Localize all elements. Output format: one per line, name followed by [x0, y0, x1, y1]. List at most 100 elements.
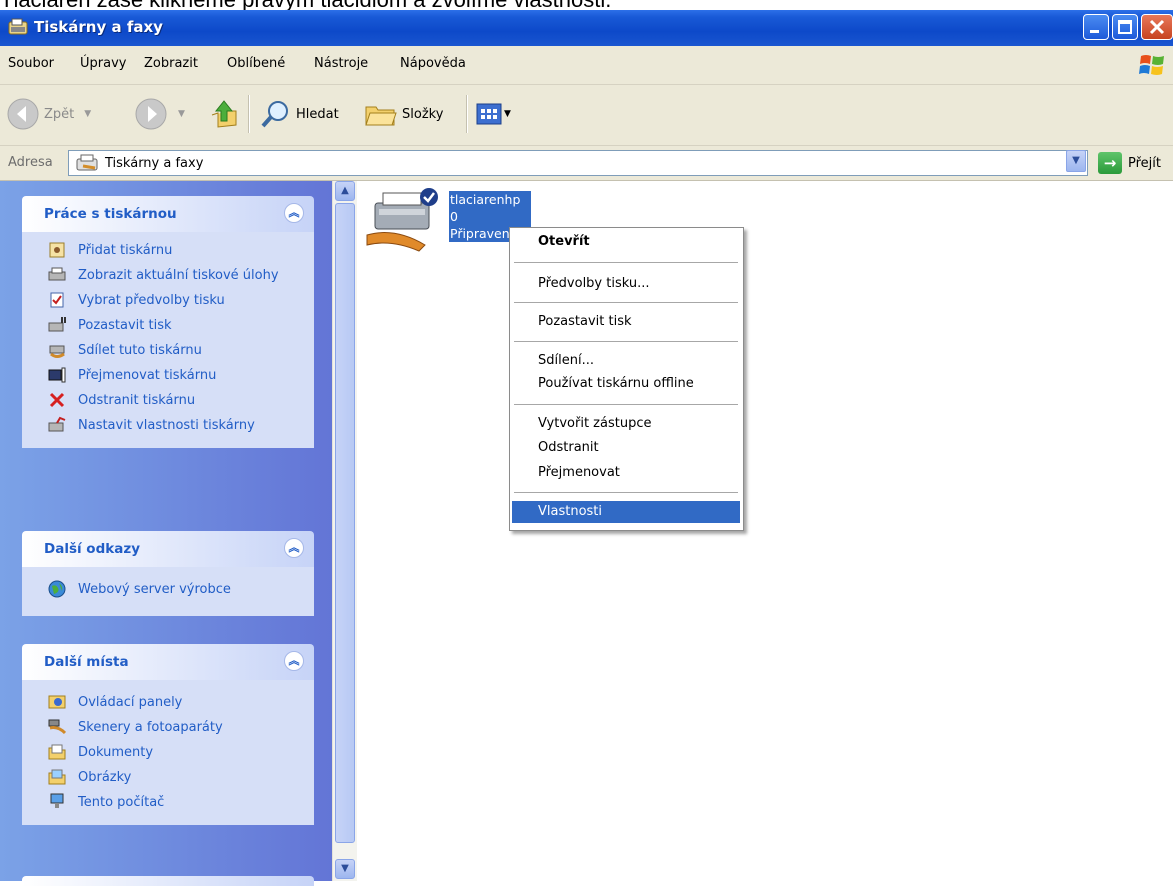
minimize-icon [1090, 30, 1099, 33]
task-select-preferences[interactable]: Vybrat předvolby tisku [22, 288, 314, 313]
scroll-down-icon[interactable]: ▼ [335, 859, 355, 879]
back-label: Zpět [44, 106, 75, 122]
printers-folder-icon [76, 154, 98, 171]
task-delete-printer[interactable]: Odstranit tiskárnu [22, 388, 314, 413]
add-printer-icon [49, 242, 65, 258]
scanner-icon [48, 719, 66, 735]
collapse-icon[interactable]: ︽ [284, 203, 304, 223]
maximize-button[interactable] [1112, 14, 1138, 40]
menu-separator [514, 302, 738, 303]
address-label: Adresa [8, 155, 53, 170]
address-field[interactable]: Tiskárny a faxy [68, 150, 1088, 176]
task-pane-scrollbar[interactable]: ▲ ▼ [332, 181, 357, 881]
panel-header[interactable]: Další odkazy ︽ [22, 531, 314, 567]
address-dropdown-icon[interactable]: ▼ [1066, 150, 1086, 172]
task-label: Webový server výrobce [78, 582, 231, 597]
panel-other-links: Další odkazy ︽ Webový server výrobce [22, 531, 314, 616]
menu-upravy[interactable]: Úpravy [80, 56, 126, 71]
panel-title: Další místa [44, 654, 129, 670]
back-arrow-icon [7, 98, 39, 130]
place-documents[interactable]: Dokumenty [22, 740, 314, 765]
pictures-folder-icon [48, 769, 66, 785]
panel-title: Další odkazy [44, 541, 140, 557]
panel-header[interactable]: Práce s tiskárnou ︽ [22, 196, 314, 232]
up-folder-button[interactable] [208, 95, 240, 133]
printers-folder-icon [8, 18, 28, 35]
panel-printer-tasks: Práce s tiskárnou ︽ Přidat tiskárnu Zobr… [22, 196, 314, 448]
views-button[interactable]: ▼ [476, 95, 511, 133]
menu-napoveda[interactable]: Nápověda [400, 56, 466, 71]
forward-arrow-icon [135, 98, 167, 130]
computer-icon [50, 793, 64, 808]
toolbar-separator [248, 95, 250, 133]
file-view: tlaciarenhp 0 Připraven [357, 181, 1173, 881]
task-pause-printing[interactable]: Pozastavit tisk [22, 313, 314, 338]
scroll-thumb[interactable] [335, 203, 355, 843]
address-bar: Adresa Tiskárny a faxy ▼ → Přejít [0, 146, 1173, 181]
folders-button[interactable]: Složky [364, 95, 443, 133]
place-control-panel[interactable]: Ovládací panely [22, 690, 314, 715]
menu-item-sharing[interactable]: Sdílení... [512, 350, 740, 372]
place-pictures[interactable]: Obrázky [22, 765, 314, 790]
context-menu: Otevřít Předvolby tisku... Pozastavit ti… [509, 227, 744, 531]
printer-jobs: 0 [450, 209, 458, 224]
menu-item-rename[interactable]: Přejmenovat [512, 462, 740, 484]
collapse-icon[interactable]: ︽ [284, 651, 304, 671]
menu-soubor[interactable]: Soubor [8, 56, 54, 71]
panel-title: Práce s tiskárnou [44, 206, 177, 222]
forward-dropdown-icon[interactable]: ▼ [178, 109, 185, 119]
menu-item-print-preferences[interactable]: Předvolby tisku... [512, 273, 740, 295]
task-label: Odstranit tiskárnu [78, 393, 196, 408]
place-label: Ovládací panely [78, 695, 183, 710]
menu-item-pause-printing[interactable]: Pozastavit tisk [512, 311, 740, 333]
task-share-printer[interactable]: Sdílet tuto tiskárnu [22, 338, 314, 363]
close-button[interactable] [1141, 14, 1173, 40]
panel-other-places: Další místa ︽ Ovládací panely Skenery a … [22, 644, 314, 825]
views-dropdown-icon[interactable]: ▼ [504, 109, 511, 119]
menu-item-use-offline[interactable]: Používat tiskárnu offline [512, 373, 740, 395]
folders-icon [365, 106, 397, 126]
menu-item-create-shortcut[interactable]: Vytvořit zástupce [512, 413, 740, 435]
task-add-printer[interactable]: Přidat tiskárnu [22, 238, 314, 263]
place-label: Dokumenty [78, 745, 154, 760]
forward-button[interactable]: ▼ [134, 95, 185, 133]
panel-header[interactable]: Další místa ︽ [22, 644, 314, 680]
menu-oblibene[interactable]: Oblíbené [227, 56, 285, 71]
minimize-button[interactable] [1083, 14, 1109, 40]
task-printer-properties[interactable]: Nastavit vlastnosti tiskárny [22, 413, 314, 438]
task-view-print-jobs[interactable]: Zobrazit aktuální tiskové úlohy [22, 263, 314, 288]
menu-item-delete[interactable]: Odstranit [512, 437, 740, 459]
print-preferences-icon [50, 292, 64, 308]
scroll-up-icon[interactable]: ▲ [335, 181, 355, 201]
menu-item-open[interactable]: Otevřít [512, 231, 740, 253]
panel-details-header[interactable] [22, 876, 314, 886]
print-queue-icon [48, 267, 66, 281]
delete-icon [49, 392, 65, 408]
menu-bar: Soubor Úpravy Zobrazit Oblíbené Nástroje… [0, 46, 1173, 85]
back-button[interactable]: Zpět ▼ [6, 95, 91, 133]
task-manufacturer-website[interactable]: Webový server výrobce [22, 573, 314, 606]
toolbar-separator [466, 95, 468, 133]
share-printer-icon [49, 345, 65, 358]
place-my-computer[interactable]: Tento počítač [22, 790, 314, 815]
menu-zobrazit[interactable]: Zobrazit [144, 56, 198, 71]
folders-label: Složky [402, 106, 444, 122]
window-title: Tiskárny a faxy [34, 18, 163, 36]
go-button[interactable]: → Přejít [1098, 152, 1161, 174]
rename-icon [48, 367, 66, 383]
menu-nastroje[interactable]: Nástroje [314, 56, 368, 71]
panel-body: Přidat tiskárnu Zobrazit aktuální tiskov… [22, 232, 314, 448]
task-rename-printer[interactable]: Přejmenovat tiskárnu [22, 363, 314, 388]
panel-body: Webový server výrobce [22, 567, 314, 616]
menu-item-properties[interactable]: Vlastnosti [512, 501, 740, 523]
pause-printing-icon [48, 317, 66, 332]
task-label: Pozastavit tisk [78, 318, 172, 333]
collapse-icon[interactable]: ︽ [284, 538, 304, 558]
back-dropdown-icon[interactable]: ▼ [84, 109, 91, 119]
search-button[interactable]: Hledat [260, 95, 339, 133]
address-value: Tiskárny a faxy [105, 156, 204, 171]
place-scanners-cameras[interactable]: Skenery a fotoaparáty [22, 715, 314, 740]
task-label: Přejmenovat tiskárnu [78, 368, 217, 383]
shared-printer-icon [366, 188, 438, 252]
task-pane: Práce s tiskárnou ︽ Přidat tiskárnu Zobr… [0, 181, 332, 886]
